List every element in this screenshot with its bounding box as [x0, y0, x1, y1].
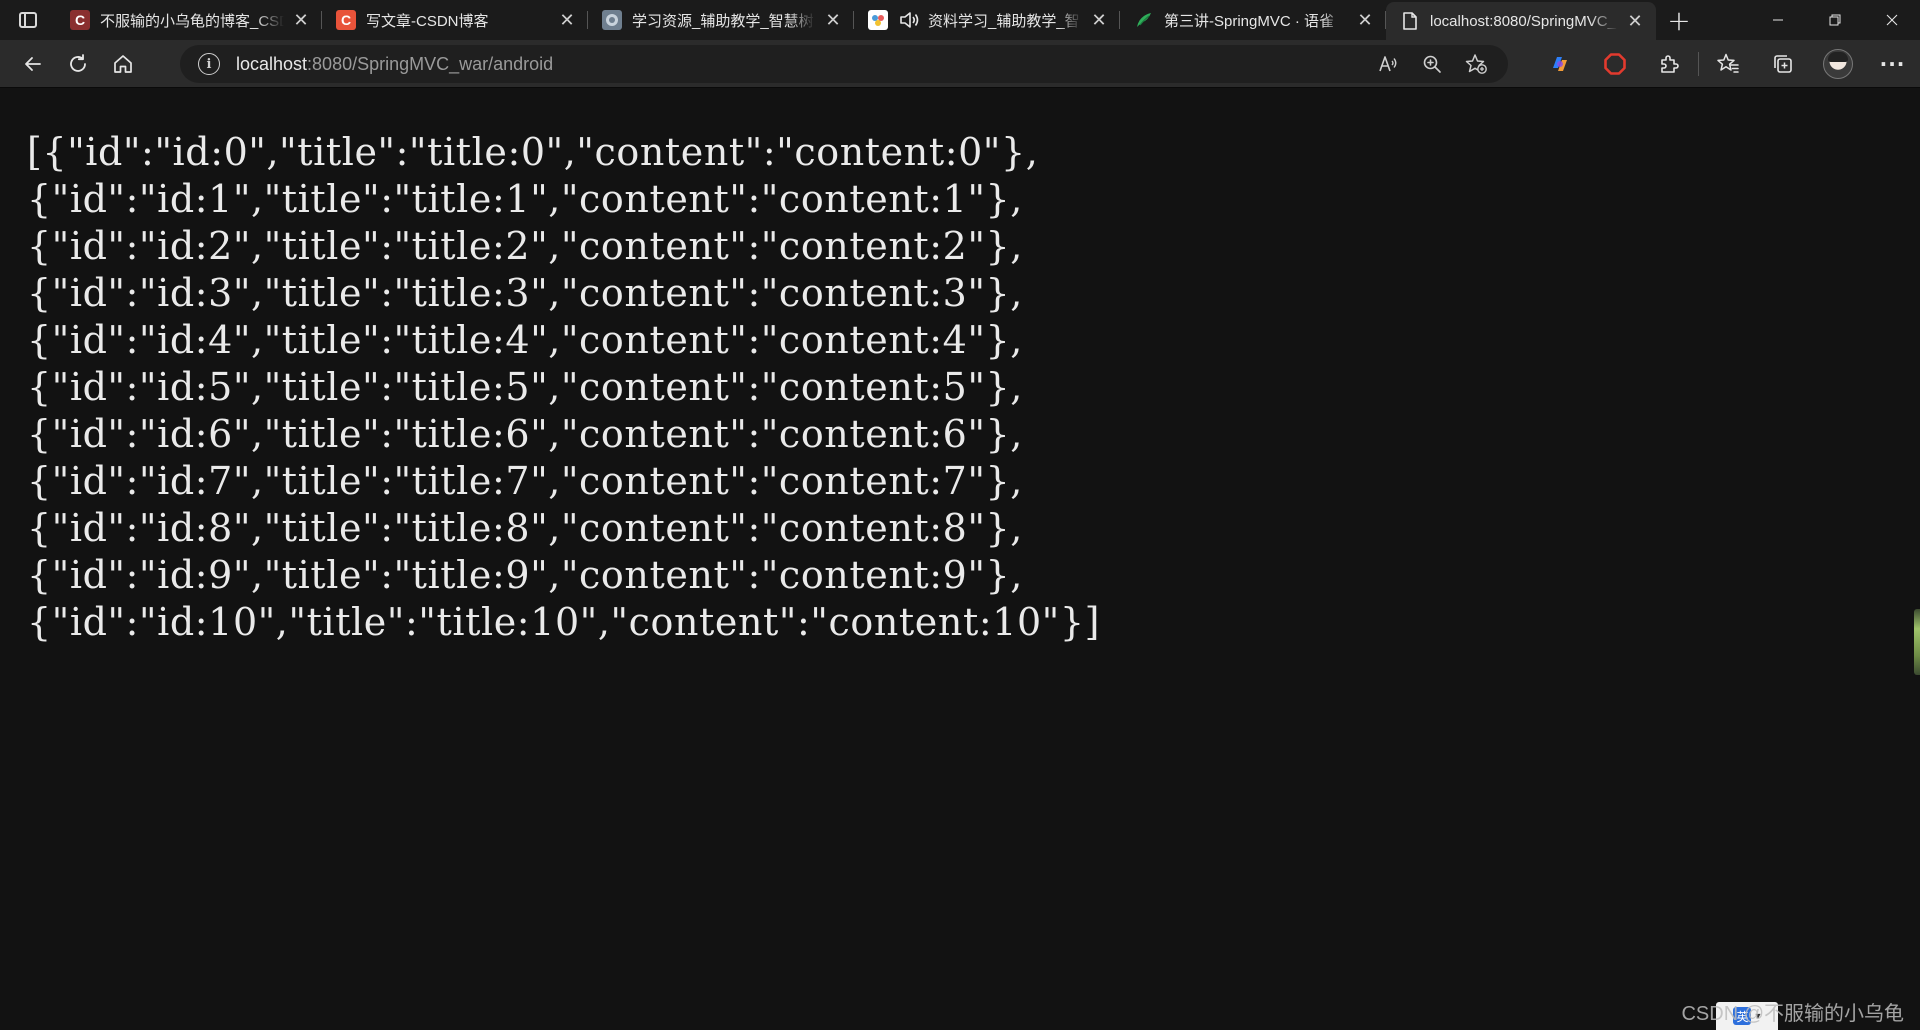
favorites-button[interactable] — [1700, 40, 1755, 88]
json-line: {"id":"id:1","title":"title:1","content"… — [27, 177, 1023, 221]
close-icon — [1886, 14, 1897, 26]
tab-label: 不服输的小乌龟的博客_CSD — [100, 12, 284, 30]
tab-close-icon[interactable]: ✕ — [1624, 10, 1646, 32]
tab-actions-menu-button[interactable] — [0, 0, 56, 40]
tab-bar: C 不服输的小乌龟的博客_CSD ✕ C 写文章-CSDN博客 ✕ 学习资源_辅… — [0, 0, 1920, 40]
restore-button[interactable] — [1806, 0, 1863, 40]
read-aloud-icon — [1379, 56, 1397, 72]
tab-close-icon[interactable]: ✕ — [290, 9, 312, 31]
tab-csdn-blog[interactable]: C 不服输的小乌龟的博客_CSD ✕ — [56, 0, 322, 40]
page-content: [{"id":"id:0","title":"title:0","content… — [0, 89, 1920, 1030]
tab-zhihuishu-materials[interactable]: 资料学习_辅助教学_智 ✕ — [854, 0, 1120, 40]
minimize-icon — [1772, 19, 1783, 21]
copilot-button[interactable] — [1532, 40, 1587, 88]
collections-icon — [1773, 55, 1792, 73]
json-line: [{"id":"id:0","title":"title:0","content… — [27, 130, 1039, 174]
csdn-favicon-icon: C — [70, 10, 90, 30]
json-line: {"id":"id:6","title":"title:6","content"… — [27, 412, 1023, 456]
home-icon — [114, 54, 132, 73]
adblock-button[interactable] — [1587, 40, 1642, 88]
back-button[interactable] — [11, 46, 55, 82]
add-favorite-icon — [1465, 54, 1487, 74]
favorites-icon — [1716, 53, 1739, 73]
profile-button[interactable] — [1810, 40, 1865, 88]
window-controls — [1749, 0, 1920, 40]
side-scroll-indicator[interactable] — [1914, 609, 1920, 675]
zhihuishu-favicon-icon — [868, 10, 888, 30]
browser-window: C 不服输的小乌龟的博客_CSD ✕ C 写文章-CSDN博客 ✕ 学习资源_辅… — [0, 0, 1920, 1030]
new-tab-button[interactable]: + — [1656, 0, 1702, 40]
address-toolbar: i localhost:8080/SpringMVC_war/android ·… — [0, 40, 1920, 88]
tab-label: 资料学习_辅助教学_智 — [928, 12, 1080, 30]
profile-avatar — [1822, 49, 1853, 79]
tab-label: localhost:8080/SpringMVC_ — [1430, 12, 1616, 30]
speaker-icon[interactable] — [898, 10, 920, 30]
tab-label: 第三讲-SpringMVC · 语雀 — [1164, 12, 1335, 30]
address-bar-actions — [1366, 45, 1498, 83]
read-aloud-button[interactable] — [1366, 45, 1410, 83]
csdn-favicon-icon: C — [336, 10, 356, 30]
page-favicon-icon — [1400, 11, 1420, 31]
tab-yuque-springmvc[interactable]: 第三讲-SpringMVC · 语雀 ✕ — [1120, 0, 1386, 40]
tab-localhost-active[interactable]: localhost:8080/SpringMVC_ ✕ — [1386, 2, 1656, 40]
extensions-icon — [1660, 55, 1679, 73]
json-response: [{"id":"id:0","title":"title:0","content… — [27, 129, 1100, 646]
json-line: {"id":"id:9","title":"title:9","content"… — [27, 553, 1023, 597]
json-line: {"id":"id:7","title":"title:7","content"… — [27, 459, 1023, 503]
tab-close-icon[interactable]: ✕ — [1088, 9, 1110, 31]
tab-label: 写文章-CSDN博客 — [366, 12, 489, 30]
toolbar-separator — [1698, 52, 1699, 76]
collections-button[interactable] — [1755, 40, 1810, 88]
refresh-button[interactable] — [56, 46, 100, 82]
json-line: {"id":"id:2","title":"title:2","content"… — [27, 224, 1023, 268]
site-info-icon[interactable]: i — [198, 53, 220, 75]
tab-label: 学习资源_辅助教学_智慧树 — [632, 12, 814, 30]
tab-csdn-write[interactable]: C 写文章-CSDN博客 ✕ — [322, 0, 588, 40]
tab-close-icon[interactable]: ✕ — [822, 9, 844, 31]
restore-icon — [1829, 14, 1840, 26]
watermark: CSDN @不服输的小乌龟 — [1681, 1003, 1904, 1025]
yuque-favicon-icon — [1134, 10, 1154, 30]
minimize-button[interactable] — [1749, 0, 1806, 40]
close-window-button[interactable] — [1863, 0, 1920, 40]
json-line: {"id":"id:3","title":"title:3","content"… — [27, 271, 1023, 315]
tab-close-icon[interactable]: ✕ — [1354, 9, 1376, 31]
zoom-icon — [1423, 55, 1441, 73]
more-icon: ··· — [1879, 52, 1906, 76]
address-url[interactable]: localhost:8080/SpringMVC_war/android — [236, 54, 553, 75]
tab-close-icon[interactable]: ✕ — [556, 9, 578, 31]
json-line: {"id":"id:10","title":"title:10","conten… — [27, 600, 1101, 644]
refresh-icon — [70, 53, 86, 72]
back-arrow-icon — [25, 56, 41, 71]
adblock-icon — [1603, 53, 1626, 75]
json-line: {"id":"id:4","title":"title:4","content"… — [27, 318, 1023, 362]
more-menu-button[interactable]: ··· — [1865, 40, 1920, 88]
json-line: {"id":"id:8","title":"title:8","content"… — [27, 506, 1023, 550]
home-button[interactable] — [101, 46, 145, 82]
extensions-button[interactable] — [1642, 40, 1697, 88]
url-host: localhost — [236, 53, 308, 74]
copilot-icon — [1552, 57, 1567, 71]
tab-actions-icon — [19, 12, 37, 28]
add-favorite-button[interactable] — [1454, 45, 1498, 83]
zoom-button[interactable] — [1410, 45, 1454, 83]
url-path: :8080/SpringMVC_war/android — [307, 53, 554, 74]
browser-tools: ··· — [1532, 40, 1920, 88]
tab-zhihuishu-resources[interactable]: 学习资源_辅助教学_智慧树 ✕ — [588, 0, 854, 40]
address-bar[interactable]: i localhost:8080/SpringMVC_war/android — [180, 45, 1508, 83]
zhihuishu-favicon-icon — [602, 10, 622, 30]
json-line: {"id":"id:5","title":"title:5","content"… — [27, 365, 1023, 409]
